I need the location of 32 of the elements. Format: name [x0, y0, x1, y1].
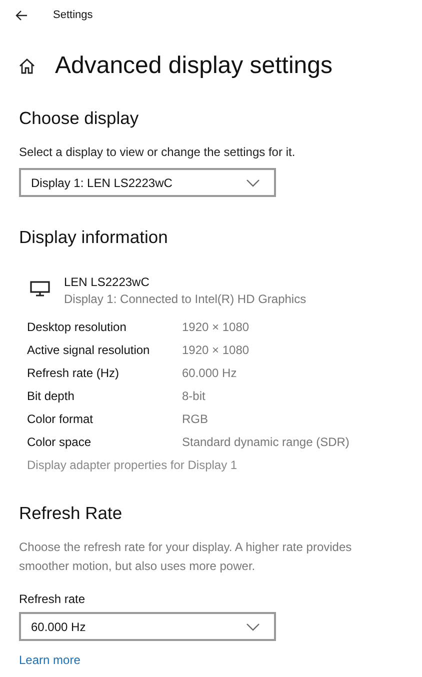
chevron-down-icon — [246, 178, 260, 186]
info-value: 1920 × 1080 — [182, 319, 250, 336]
monitor-name: LEN LS2223wC — [64, 274, 150, 291]
description: Choose the refresh rate for your display. A higher rate provides smoother motion, but also uses more power. — [19, 539, 353, 575]
monitor-icon — [30, 281, 50, 297]
field-label: Refresh rate — [19, 592, 86, 606]
info-label: Color format — [27, 411, 94, 428]
display-dropdown[interactable]: Display 1: LEN LS2223wC — [19, 168, 276, 197]
info-label: Refresh rate (Hz) — [27, 365, 120, 382]
connection-text: Display 1: Connected to Intel(R) HD Graphics — [64, 291, 306, 308]
home-button[interactable] — [19, 58, 35, 74]
back-arrow-icon — [15, 10, 28, 20]
info-label: Color space — [27, 434, 92, 451]
description: Select a display to view or change the settings for it. — [19, 144, 296, 161]
home-icon — [19, 58, 35, 74]
section-heading: Choose display — [19, 108, 140, 129]
info-value: 1920 × 1080 — [182, 342, 250, 359]
info-value: Standard dynamic range (SDR) — [182, 434, 350, 451]
info-label: Active signal resolution — [27, 342, 150, 359]
section-heading: Display information — [19, 227, 169, 248]
info-label: Desktop resolution — [27, 319, 126, 336]
refresh-rate-dropdown[interactable]: 60.000 Hz — [19, 612, 276, 641]
info-label: Bit depth — [27, 388, 74, 405]
chevron-down-icon — [246, 622, 260, 630]
info-value: RGB — [182, 411, 208, 428]
learn-more-link[interactable]: Learn more — [19, 653, 80, 667]
page-title: Advanced display settings — [55, 52, 332, 80]
adapter-properties-link[interactable]: Display adapter properties for Display 1 — [27, 454, 238, 477]
info-value: 60.000 Hz — [182, 365, 237, 382]
info-value: 8-bit — [182, 388, 206, 405]
section-heading: Refresh Rate — [19, 503, 124, 524]
window-title: Settings — [53, 9, 93, 21]
